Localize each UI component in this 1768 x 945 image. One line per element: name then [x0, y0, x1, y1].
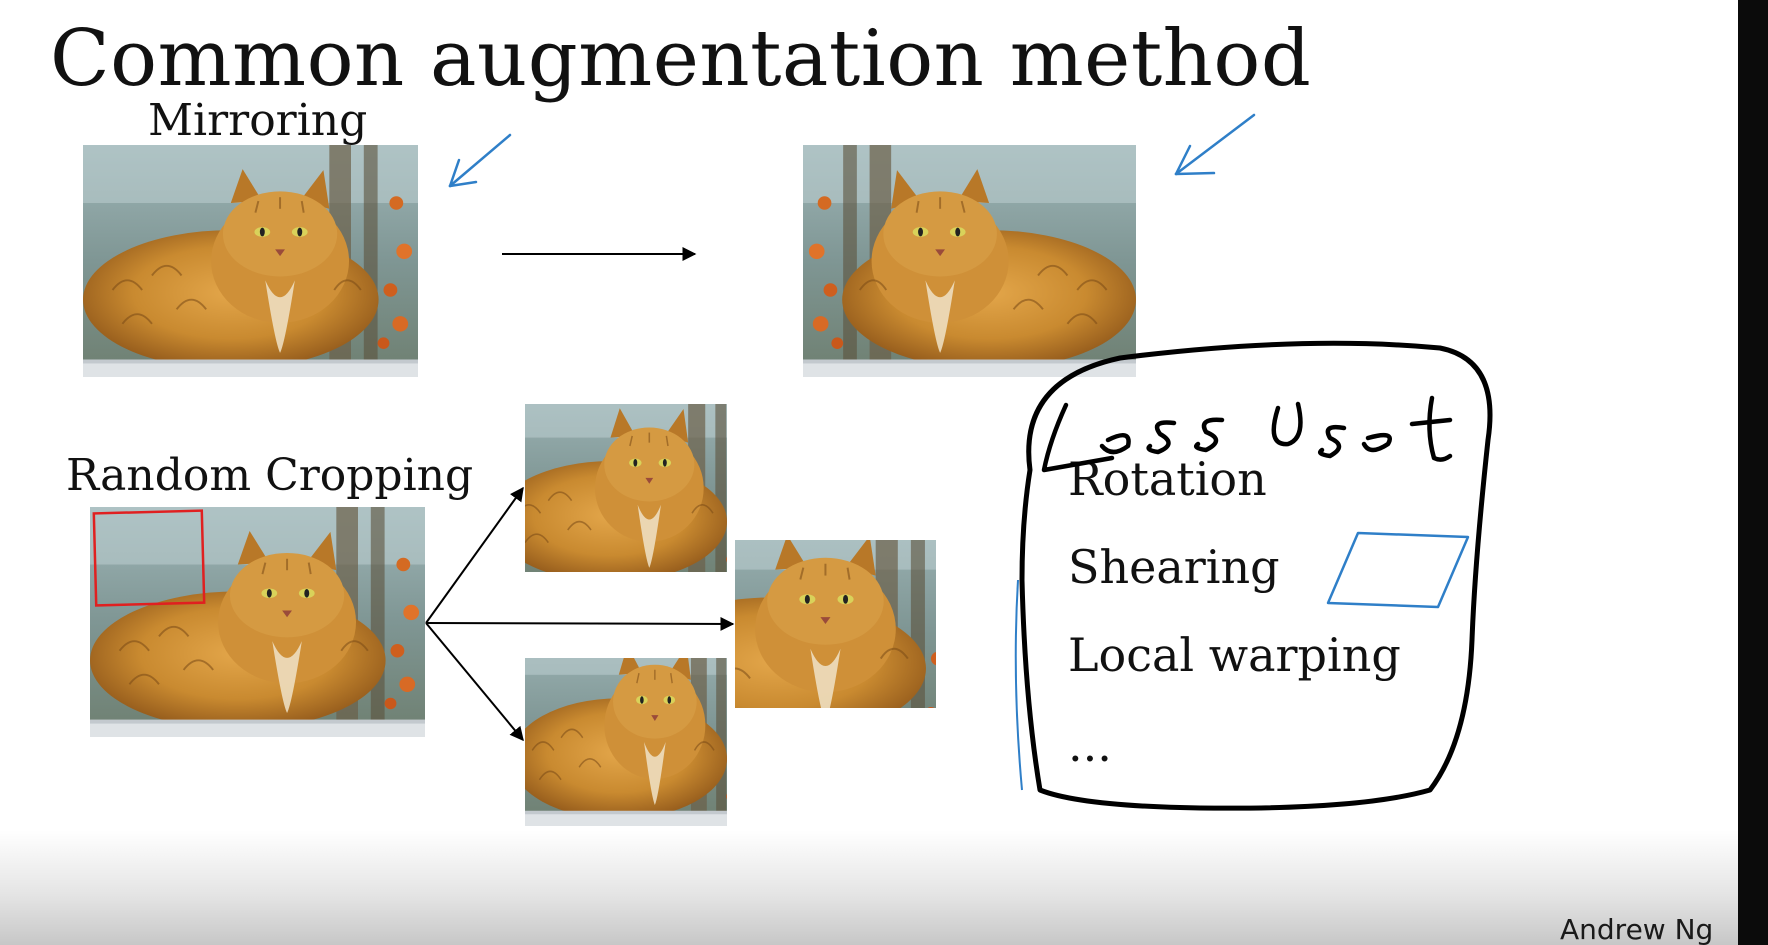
mirroring-label: Mirroring [148, 95, 368, 146]
cat-crop-2 [735, 540, 936, 708]
cat-crop-3 [525, 658, 727, 826]
method-shearing: Shearing [1068, 540, 1280, 594]
cat-photo-crop-source [90, 507, 425, 737]
method-ellipsis: ... [1068, 718, 1112, 772]
video-bottom-shade [0, 830, 1738, 945]
author-credit: Andrew Ng [1560, 913, 1714, 945]
random-cropping-label: Random Cropping [66, 450, 474, 501]
arrow-right-icon [425, 486, 524, 624]
arrow-right-icon [425, 622, 524, 742]
video-frame-edge [1738, 0, 1768, 945]
pen-arrow-icon [1174, 113, 1256, 176]
arrow-right-icon [425, 616, 735, 631]
cat-photo-original [83, 145, 418, 377]
pen-stroke [1014, 579, 1023, 791]
method-local-warping: Local warping [1068, 628, 1401, 682]
slide-title: Common augmentation method [50, 14, 1312, 104]
slide: Common augmentation method Mirroring Ran… [0, 0, 1738, 945]
method-rotation: Rotation [1068, 452, 1267, 506]
cat-photo-mirrored [803, 145, 1136, 377]
parallelogram-sketch-icon [1326, 531, 1470, 609]
pen-arrow-icon [448, 133, 512, 188]
cat-crop-1 [525, 404, 727, 572]
